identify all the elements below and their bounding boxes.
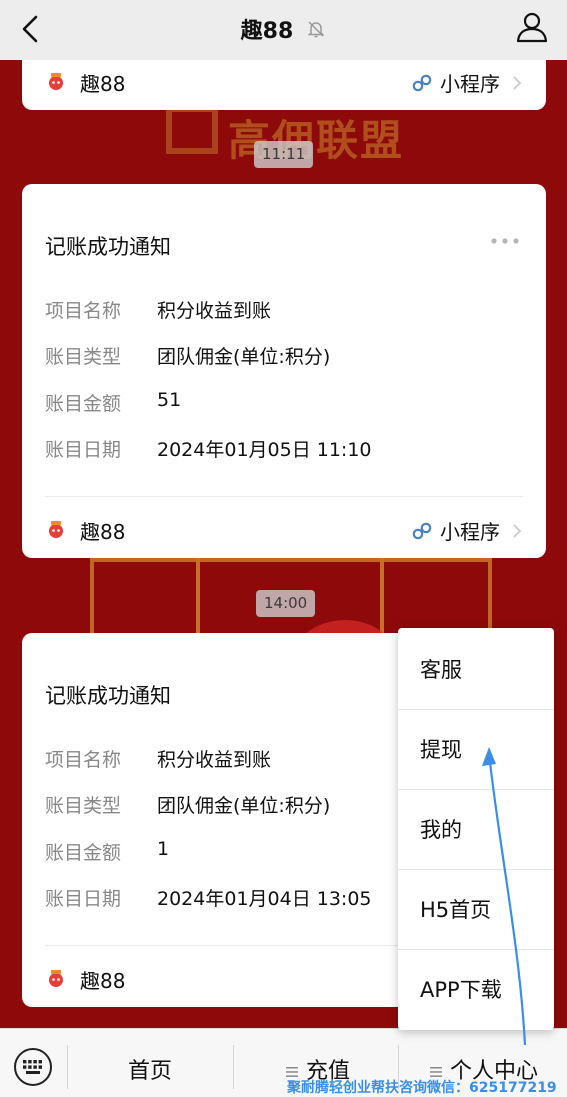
field-label: 账目金额 — [45, 393, 122, 415]
field-label: 项目名称 — [45, 300, 122, 322]
field-row: 项目名称 积分收益到账 — [45, 296, 271, 323]
chevron-right-icon — [513, 75, 522, 90]
menu-item-h5-home[interactable]: H5首页 — [398, 870, 554, 950]
field-label: 账目日期 — [45, 888, 122, 910]
tab-separator — [233, 1045, 234, 1089]
field-label: 账目日期 — [45, 439, 122, 461]
message-timestamp: 11:11 — [254, 141, 314, 168]
field-value: 团队佣金(单位:积分) — [157, 346, 331, 368]
tab-home[interactable]: 首页 — [128, 1053, 172, 1085]
field-value: 积分收益到账 — [157, 300, 272, 322]
field-label: 项目名称 — [45, 749, 122, 771]
watermark-text: 聚耐腾轻创业帮扶咨询微信：625177219 — [287, 1080, 557, 1096]
keyboard-icon[interactable] — [13, 1047, 53, 1087]
qu88-logo-icon — [46, 968, 66, 988]
field-row: 账目金额 51 — [45, 389, 181, 416]
chat-title: 趣88 — [240, 19, 294, 44]
field-row: 账目日期 2024年01月04日 13:05 — [45, 884, 372, 911]
app-name: 趣88 — [80, 969, 126, 993]
mini-program-label: 小程序 — [440, 72, 500, 96]
field-value: 51 — [157, 389, 182, 411]
card-divider — [45, 496, 523, 497]
app-name: 趣88 — [80, 72, 126, 96]
app-name: 趣88 — [80, 520, 126, 544]
menu-item-mine[interactable]: 我的 — [398, 790, 554, 870]
card-title: 记账成功通知 — [45, 684, 171, 708]
qu88-logo-icon — [46, 519, 66, 539]
mute-bell-icon — [308, 21, 325, 38]
menu-item-app-download[interactable]: APP下载 — [398, 950, 554, 1030]
navigation-bar: 趣88 — [0, 0, 567, 60]
field-value: 2024年01月04日 13:05 — [157, 888, 372, 910]
field-row: 账目金额 1 — [45, 838, 169, 865]
field-row: 账目类型 团队佣金(单位:积分) — [45, 342, 330, 369]
chevron-right-icon — [513, 523, 522, 538]
menu-item-customer-service[interactable]: 客服 — [398, 630, 554, 710]
field-label: 账目类型 — [45, 795, 122, 817]
notification-card[interactable]: 记账成功通知 项目名称 积分收益到账 账目类型 团队佣金(单位:积分) 账目金额… — [22, 184, 546, 558]
mini-program-icon — [412, 522, 432, 539]
mini-program-link[interactable]: 小程序 — [410, 68, 524, 97]
more-options-icon[interactable] — [490, 237, 520, 245]
background-logo-mark — [166, 106, 218, 154]
qu88-logo-icon — [46, 71, 66, 91]
mini-program-icon — [412, 74, 432, 91]
field-row: 账目类型 团队佣金(单位:积分) — [45, 791, 330, 818]
field-value: 1 — [157, 838, 170, 860]
message-timestamp: 14:00 — [256, 590, 316, 617]
tab-popup-menu: 客服 提现 我的 H5首页 APP下载 — [398, 628, 554, 1030]
field-value: 积分收益到账 — [157, 749, 272, 771]
tab-separator — [67, 1045, 68, 1089]
field-label: 账目金额 — [45, 842, 122, 864]
menu-item-withdraw[interactable]: 提现 — [398, 710, 554, 790]
mini-program-link[interactable]: 小程序 — [410, 516, 524, 545]
profile-icon[interactable] — [515, 10, 549, 44]
mini-program-label: 小程序 — [440, 520, 500, 544]
field-row: 项目名称 积分收益到账 — [45, 745, 271, 772]
card-title: 记账成功通知 — [45, 235, 171, 259]
field-label: 账目类型 — [45, 346, 122, 368]
field-row: 账目日期 2024年01月05日 11:10 — [45, 435, 372, 462]
field-value: 团队佣金(单位:积分) — [157, 795, 331, 817]
field-value: 2024年01月05日 11:10 — [157, 439, 372, 461]
